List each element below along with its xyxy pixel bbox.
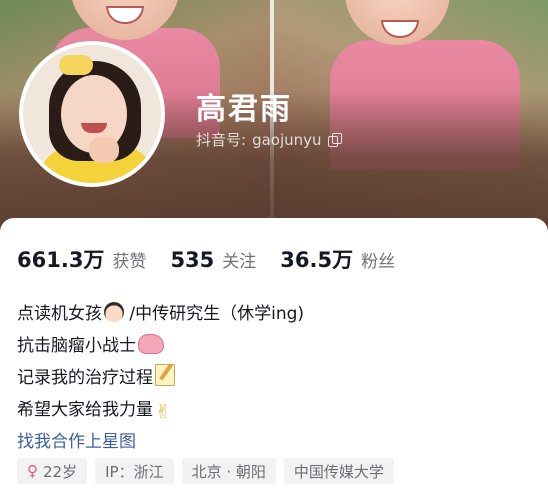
- brain-emoji-icon: [138, 334, 164, 354]
- stat-likes[interactable]: 661.3万 获赞: [17, 244, 146, 274]
- tag-city[interactable]: 北京 · 朝阳: [181, 458, 276, 484]
- copy-icon[interactable]: [327, 133, 342, 147]
- profile-name: 高君雨: [196, 92, 292, 127]
- female-icon: ♀: [27, 462, 38, 480]
- profile-stats: 661.3万 获赞 535 关注 36.5万 粉丝: [17, 244, 419, 274]
- profile-tags: ♀ 22岁 IP：浙江 北京 · 朝阳 中国传媒大学: [17, 458, 394, 484]
- stat-following[interactable]: 535 关注: [170, 247, 256, 272]
- bio-line-1: 点读机女孩 /中传研究生（休学ing): [17, 302, 305, 324]
- stat-followers-value: 36.5万: [280, 248, 354, 272]
- victory-hand-emoji-icon: ✌: [155, 401, 171, 423]
- memo-emoji-icon: [155, 364, 175, 386]
- bio-line-4: 希望大家给我力量 ✌: [17, 400, 171, 423]
- tag-ip-location: IP：浙江: [95, 458, 174, 484]
- stat-likes-label: 获赞: [112, 252, 147, 272]
- stat-following-label: 关注: [222, 252, 257, 272]
- star-map-cooperation-link[interactable]: 找我合作上星图: [17, 426, 537, 458]
- avatar[interactable]: [19, 41, 165, 187]
- tag-age: ♀ 22岁: [17, 458, 88, 484]
- tag-school[interactable]: 中国传媒大学: [283, 458, 394, 484]
- douyin-id-label: 抖音号:: [196, 131, 247, 149]
- profile-bio: 点读机女孩 /中传研究生（休学ing) 抗击脑瘤小战士 记录我的治疗过程 希望大…: [17, 298, 537, 458]
- douyin-id-value: gaojunyu: [252, 130, 322, 149]
- stat-likes-value: 661.3万: [17, 248, 105, 272]
- stat-followers[interactable]: 36.5万 粉丝: [280, 244, 395, 274]
- bio-line-3: 记录我的治疗过程: [17, 362, 537, 394]
- stat-following-value: 535: [170, 248, 215, 272]
- douyin-id-row[interactable]: 抖音号: gaojunyu: [196, 129, 342, 150]
- girl-emoji-icon: [104, 302, 124, 322]
- bio-line-2: 抗击脑瘤小战士: [17, 330, 537, 362]
- stat-followers-label: 粉丝: [361, 252, 396, 272]
- profile-info-card: 661.3万 获赞 535 关注 36.5万 粉丝 点读机女孩 /中传研究生（休…: [0, 218, 548, 491]
